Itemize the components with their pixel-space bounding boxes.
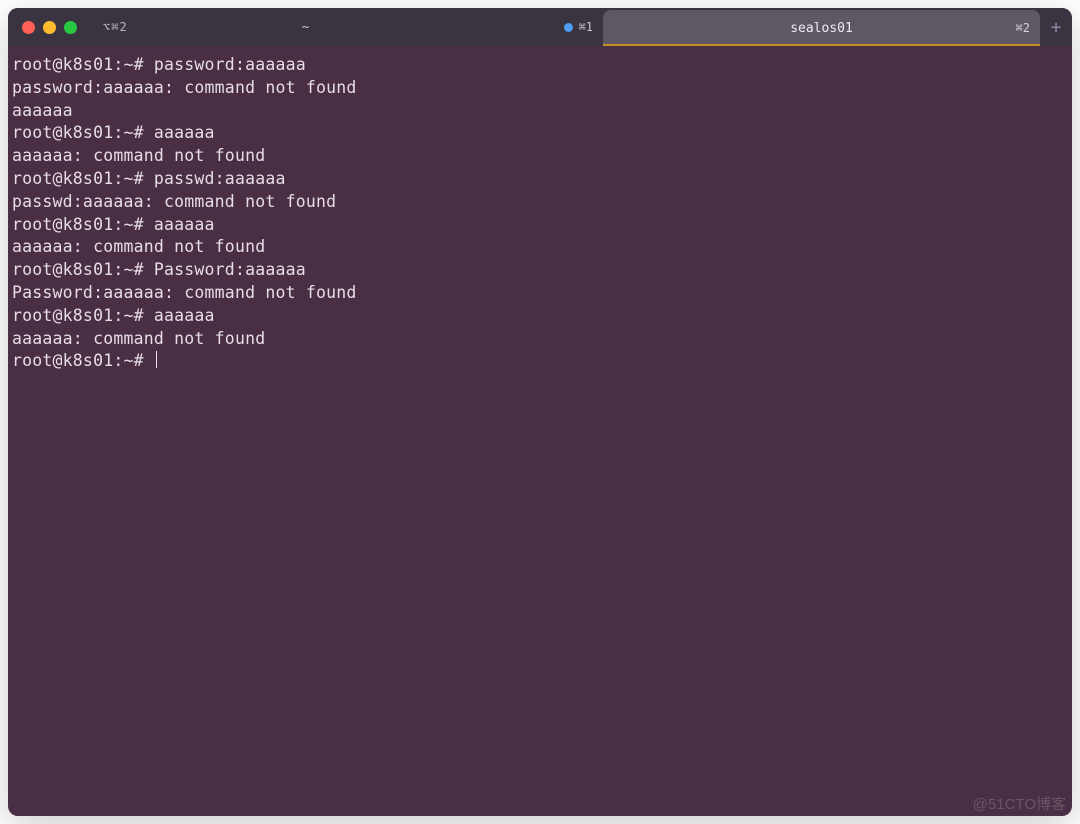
watermark: @51CTO博客 (973, 793, 1066, 814)
current-prompt: root@k8s01:~# (12, 351, 157, 370)
terminal-window: ⌥⌘2 ~ ⌘1 sealos01 ⌘2 + root@k8s01:~# pas… (8, 8, 1072, 816)
terminal-line: aaaaaa: command not found (12, 146, 265, 165)
activity-indicator-icon (564, 23, 573, 32)
terminal-line: aaaaaa: command not found (12, 237, 265, 256)
terminal-content[interactable]: root@k8s01:~# password:aaaaaa password:a… (8, 46, 1072, 816)
cursor-icon (156, 351, 157, 368)
pane-status-hotkey: ⌘1 (579, 20, 593, 34)
terminal-line: root@k8s01:~# aaaaaa (12, 123, 215, 142)
tab-active[interactable]: sealos01 ⌘2 (603, 10, 1040, 46)
pane-title: ~ (302, 20, 310, 35)
tab-hotkey: ⌘2 (1016, 21, 1030, 35)
terminal-line: aaaaaa: command not found (12, 329, 265, 348)
terminal-line: aaaaaa (12, 101, 73, 120)
minimize-icon[interactable] (43, 21, 56, 34)
tab-label: sealos01 (790, 21, 853, 36)
terminal-line: password:aaaaaa: command not found (12, 78, 357, 97)
new-tab-button[interactable]: + (1040, 8, 1072, 46)
tab-inactive[interactable]: ⌥⌘2 ~ ⌘1 (8, 8, 603, 46)
tab-strip: sealos01 ⌘2 + (603, 8, 1072, 46)
zoom-icon[interactable] (64, 21, 77, 34)
pane-hotkey: ⌥⌘2 (103, 20, 128, 34)
terminal-line: root@k8s01:~# Password:aaaaaa (12, 260, 306, 279)
pane-status: ⌘1 (564, 20, 593, 34)
terminal-line: root@k8s01:~# aaaaaa (12, 306, 215, 325)
terminal-line: root@k8s01:~# passwd:aaaaaa (12, 169, 286, 188)
window-controls (8, 21, 89, 34)
terminal-line: root@k8s01:~# aaaaaa (12, 215, 215, 234)
terminal-line: passwd:aaaaaa: command not found (12, 192, 336, 211)
terminal-line: root@k8s01:~# password:aaaaaa (12, 55, 306, 74)
plus-icon: + (1051, 17, 1062, 38)
terminal-line: Password:aaaaaa: command not found (12, 283, 357, 302)
close-icon[interactable] (22, 21, 35, 34)
title-bar: ⌥⌘2 ~ ⌘1 sealos01 ⌘2 + (8, 8, 1072, 46)
